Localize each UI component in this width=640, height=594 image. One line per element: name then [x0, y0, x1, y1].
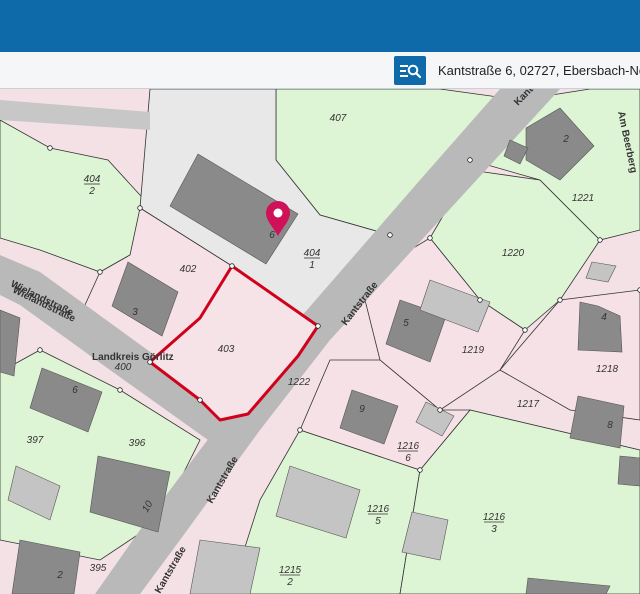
parcel-label-402: 402: [180, 264, 197, 275]
parcel-label-395: 395: [90, 563, 107, 574]
house-number: 2: [562, 134, 569, 145]
parcel-label-1215-2-num: 1215: [279, 565, 302, 576]
parcel-label-1222: 1222: [288, 377, 311, 388]
parcel-label-404-1-num: 404: [304, 248, 321, 259]
parcel-label-1218: 1218: [596, 364, 619, 375]
house-number: 4: [601, 312, 607, 323]
search-button[interactable]: [394, 56, 426, 85]
parcel-label-403: 403: [218, 344, 235, 355]
parcel-label-400: 400: [115, 362, 132, 373]
house-number: 8: [607, 420, 613, 431]
house-number: 6: [269, 230, 275, 241]
cadastral-map[interactable]: 407 404 2 404 1 402 403 400 397 396 395 …: [0, 89, 640, 594]
parcel-label-1216-6-num: 1216: [397, 441, 420, 452]
parcel-label-1216-6-den: 6: [405, 453, 411, 464]
parcel-label-1220: 1220: [502, 248, 525, 259]
parcel-label-397: 397: [27, 435, 44, 446]
search-list-icon: [400, 64, 421, 78]
house-number: 6: [72, 385, 78, 396]
house-number: 2: [56, 570, 63, 581]
house-number: 5: [403, 318, 409, 329]
parcel-label-1216-5-num: 1216: [367, 504, 390, 515]
parcel-label-1217: 1217: [517, 399, 540, 410]
parcel-label-1215-2-den: 2: [286, 577, 293, 588]
parcel-label-1216-3-num: 1216: [483, 512, 506, 523]
parcel-label-404-2-num: 404: [84, 174, 101, 185]
parcel-label-396: 396: [129, 438, 146, 449]
building: [617, 455, 640, 487]
house-number: 9: [359, 404, 365, 415]
parcel-label-404-2-den: 2: [88, 186, 95, 197]
building: [189, 539, 261, 594]
house-number: 3: [132, 307, 138, 318]
district-label: Landkreis Görlitz: [92, 352, 174, 363]
parcel-label-404-1-den: 1: [309, 260, 315, 271]
parcel-label-1216-5-den: 5: [375, 516, 381, 527]
map-canvas[interactable]: 407 404 2 404 1 402 403 400 397 396 395 …: [0, 89, 640, 594]
address-search-field[interactable]: Kantstraße 6, 02727, Ebersbach-Neugersdo…: [430, 56, 640, 85]
parcel-label-1219: 1219: [462, 345, 485, 356]
parcel-label-407: 407: [330, 113, 347, 124]
parcel-label-1216-3-den: 3: [491, 524, 497, 535]
parcel-label-1221: 1221: [572, 193, 594, 204]
app-header: [0, 0, 640, 52]
